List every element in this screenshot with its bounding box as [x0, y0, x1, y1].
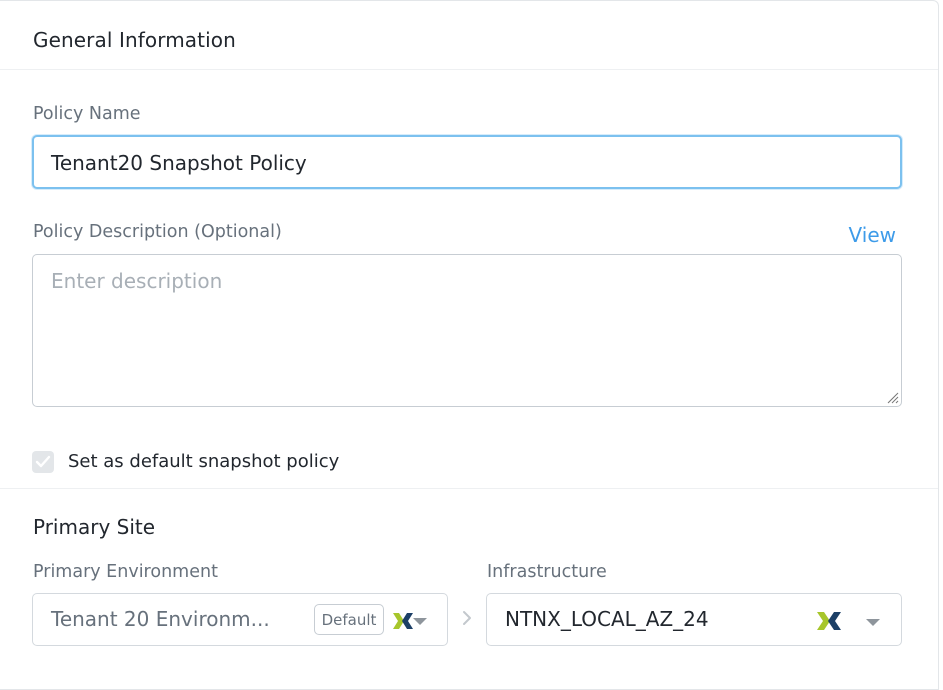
caret-down-icon[interactable]: [413, 618, 427, 625]
policy-name-value: Tenant20 Snapshot Policy: [51, 151, 307, 175]
default-badge: Default: [314, 604, 384, 635]
policy-name-input[interactable]: Tenant20 Snapshot Policy: [32, 135, 902, 189]
general-info-title: General Information: [33, 28, 236, 52]
caret-down-icon[interactable]: [866, 619, 880, 626]
general-info-header: General Information: [0, 1, 938, 70]
primary-site-title: Primary Site: [33, 515, 156, 539]
primary-environment-value: Tenant 20 Environm...: [51, 607, 270, 631]
policy-description-textarea[interactable]: Enter description: [32, 254, 902, 407]
infrastructure-value: NTNX_LOCAL_AZ_24: [505, 607, 709, 631]
infrastructure-label: Infrastructure: [487, 562, 607, 582]
default-policy-checkbox[interactable]: [32, 451, 54, 473]
nutanix-x-icon: [817, 612, 841, 630]
snapshot-policy-form: General Information Policy Name Tenant20…: [0, 0, 939, 690]
resize-grip-icon[interactable]: [887, 392, 899, 404]
view-link[interactable]: View: [849, 223, 896, 247]
chevron-right-icon: [463, 611, 471, 625]
policy-description-label: Policy Description (Optional): [33, 222, 282, 242]
checkmark-icon: [35, 455, 51, 468]
nutanix-x-icon: [393, 613, 413, 629]
primary-environment-label: Primary Environment: [33, 562, 218, 582]
default-policy-label: Set as default snapshot policy: [68, 451, 340, 472]
primary-environment-select[interactable]: Tenant 20 Environm... Default: [32, 593, 448, 646]
section-divider: [0, 488, 938, 489]
policy-name-label: Policy Name: [33, 104, 141, 124]
infrastructure-select[interactable]: NTNX_LOCAL_AZ_24: [486, 593, 902, 646]
description-placeholder: Enter description: [51, 269, 223, 293]
